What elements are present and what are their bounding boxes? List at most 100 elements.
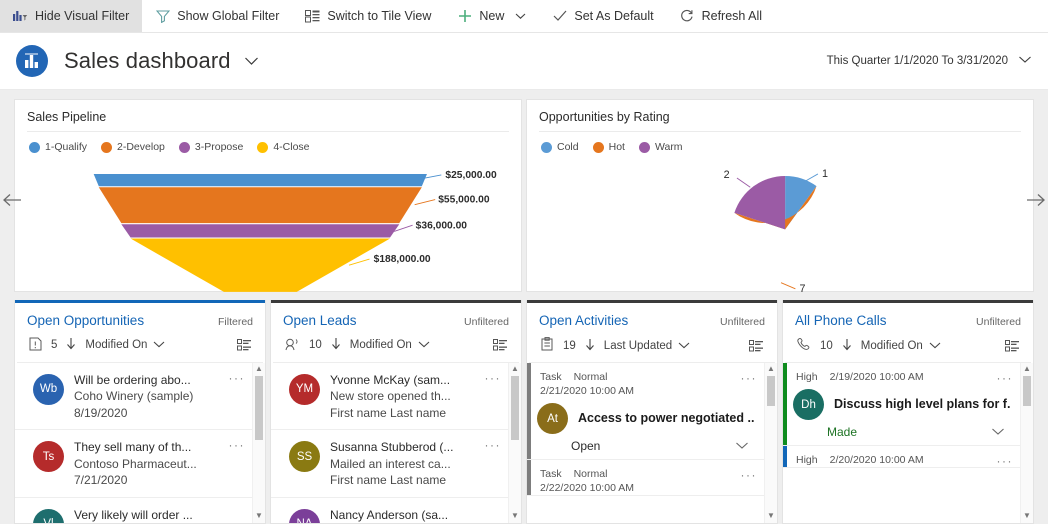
scroll-right-button[interactable] bbox=[1024, 99, 1048, 301]
list-item[interactable]: Wb Will be ordering abo... Coho Winery (… bbox=[15, 363, 265, 431]
scrollbar-track[interactable] bbox=[765, 376, 777, 510]
phonecall-priority: High bbox=[796, 454, 818, 466]
overflow-menu-icon[interactable]: ··· bbox=[741, 468, 758, 482]
scrollbar-thumb[interactable] bbox=[511, 375, 519, 440]
list-item[interactable]: NA Nancy Anderson (sa... bbox=[271, 498, 521, 523]
sort-down-icon[interactable] bbox=[842, 338, 852, 354]
list-item-tertiary: First name Last name bbox=[330, 405, 447, 420]
activities-sort-selector[interactable]: Last Updated bbox=[604, 340, 690, 352]
scrollbar-track[interactable] bbox=[253, 375, 265, 510]
activity-meta: Task Normal 2/21/2020 10:00 AM bbox=[527, 370, 755, 398]
activity-priority: Normal bbox=[573, 468, 608, 480]
legend-item-propose[interactable]: 3-Propose bbox=[178, 141, 243, 153]
all-phone-calls-title[interactable]: All Phone Calls bbox=[795, 313, 887, 328]
legend-item-hot[interactable]: Hot bbox=[592, 141, 625, 153]
scrollbar-thumb[interactable] bbox=[1023, 376, 1031, 406]
vertical-scrollbar[interactable]: ▲ ▼ bbox=[764, 363, 777, 523]
list-item[interactable]: High 2/19/2020 10:00 AM Dh Discuss high l… bbox=[783, 363, 1033, 446]
hide-visual-filter-button[interactable]: Hide Visual Filter bbox=[0, 0, 143, 32]
list-item[interactable]: Vl Very likely will order ... bbox=[15, 498, 265, 523]
chevron-down-icon[interactable] bbox=[991, 425, 1005, 439]
refresh-all-button[interactable]: Refresh All bbox=[667, 0, 775, 32]
leads-view-selector[interactable] bbox=[493, 339, 507, 351]
sort-down-icon[interactable] bbox=[66, 337, 76, 353]
caret-up-icon[interactable]: ▲ bbox=[511, 363, 519, 376]
pie-leader-line bbox=[780, 282, 796, 290]
opportunities-by-rating-chart-card: Opportunities by Rating Cold Hot Warm 1 … bbox=[526, 99, 1034, 295]
caret-down-icon[interactable]: ▼ bbox=[255, 510, 263, 523]
caret-up-icon[interactable]: ▲ bbox=[1023, 363, 1031, 376]
opportunities-sort-selector[interactable]: Modified On bbox=[85, 339, 165, 351]
phonecalls-sort-selector[interactable]: Modified On bbox=[861, 340, 941, 352]
activity-datetime: 2/22/2020 10:00 AM bbox=[540, 482, 634, 494]
caret-up-icon[interactable]: ▲ bbox=[767, 363, 775, 376]
legend-item-qualify[interactable]: 1-Qualify bbox=[29, 141, 87, 153]
legend-item-close[interactable]: 4-Close bbox=[257, 141, 310, 153]
list-item[interactable]: YM Yvonne McKay (sam... New store opened… bbox=[271, 363, 521, 431]
list-item[interactable]: Task Normal 2/22/2020 10:00 AM ··· bbox=[527, 460, 777, 496]
legend-item-develop[interactable]: 2-Develop bbox=[101, 141, 165, 153]
date-filter-selector[interactable]: This Quarter 1/1/2020 To 3/31/2020 bbox=[827, 55, 1032, 67]
chevron-down-icon[interactable] bbox=[515, 9, 526, 23]
caret-up-icon[interactable]: ▲ bbox=[255, 363, 263, 376]
vertical-scrollbar[interactable]: ▲ ▼ bbox=[1020, 363, 1033, 523]
command-bar: Hide Visual Filter Show Global Filter Sw… bbox=[0, 0, 1048, 33]
date-filter-chevron-down-icon[interactable] bbox=[1018, 55, 1032, 67]
overflow-menu-icon[interactable]: ··· bbox=[229, 371, 246, 385]
funnel-segment-qualify[interactable] bbox=[93, 173, 427, 187]
status-badge[interactable]: Made bbox=[827, 425, 857, 439]
status-badge[interactable]: Open bbox=[571, 439, 600, 453]
scrollbar-thumb[interactable] bbox=[255, 375, 263, 440]
refresh-all-label: Refresh All bbox=[701, 9, 763, 23]
overflow-menu-icon[interactable]: ··· bbox=[485, 371, 502, 385]
sort-down-icon[interactable] bbox=[331, 337, 341, 353]
new-label: New bbox=[479, 9, 505, 23]
phonecalls-list[interactable]: High 2/19/2020 10:00 AM Dh Discuss high l… bbox=[783, 363, 1033, 523]
pie-svg[interactable]: 1 7 2 bbox=[539, 153, 1021, 302]
list-item[interactable]: SS Susanna Stubberod (... Mailed an inte… bbox=[271, 430, 521, 498]
overflow-menu-icon[interactable]: ··· bbox=[485, 438, 502, 452]
switch-to-tile-view-button[interactable]: Switch to Tile View bbox=[292, 0, 444, 32]
overflow-menu-icon[interactable]: ··· bbox=[997, 371, 1014, 385]
leads-list[interactable]: YM Yvonne McKay (sam... New store opened… bbox=[271, 362, 521, 523]
leads-sort-selector[interactable]: Modified On bbox=[350, 339, 430, 351]
funnel-segment-propose[interactable] bbox=[121, 224, 400, 238]
opportunities-view-selector[interactable] bbox=[237, 339, 251, 351]
opportunities-list[interactable]: Wb Will be ordering abo... Coho Winery (… bbox=[15, 362, 265, 523]
overflow-menu-icon[interactable]: ··· bbox=[229, 438, 246, 452]
show-global-filter-button[interactable]: Show Global Filter bbox=[142, 0, 292, 32]
open-opportunities-title[interactable]: Open Opportunities bbox=[27, 313, 144, 328]
list-item[interactable]: Ts They sell many of th... Contoso Pharm… bbox=[15, 430, 265, 498]
caret-down-icon[interactable]: ▼ bbox=[511, 510, 519, 523]
caret-down-icon[interactable]: ▼ bbox=[1023, 510, 1031, 523]
caret-down-icon[interactable]: ▼ bbox=[767, 510, 775, 523]
sort-down-icon[interactable] bbox=[585, 338, 595, 354]
avatar: YM bbox=[289, 373, 320, 405]
scrollbar-thumb[interactable] bbox=[767, 376, 775, 406]
vertical-scrollbar[interactable]: ▲ ▼ bbox=[508, 362, 521, 523]
funnel-svg[interactable]: $25,000.00 $55,000.00 $36,000.00 $188,00… bbox=[27, 153, 509, 302]
vertical-scrollbar[interactable]: ▲ ▼ bbox=[252, 362, 265, 523]
overflow-menu-icon[interactable]: ··· bbox=[997, 454, 1014, 468]
funnel-segment-close[interactable] bbox=[130, 238, 391, 292]
list-item[interactable]: Task Normal 2/21/2020 10:00 AM At Access … bbox=[527, 363, 777, 460]
activities-count: 19 bbox=[563, 339, 576, 352]
legend-item-cold[interactable]: Cold bbox=[541, 141, 579, 153]
activities-view-selector[interactable] bbox=[749, 339, 763, 352]
overflow-menu-icon[interactable]: ··· bbox=[741, 371, 758, 385]
open-leads-title[interactable]: Open Leads bbox=[283, 313, 357, 328]
activities-list[interactable]: Task Normal 2/21/2020 10:00 AM At Access … bbox=[527, 363, 777, 523]
new-button[interactable]: New bbox=[444, 0, 539, 32]
list-item[interactable]: High 2/20/2020 10:00 AM ··· bbox=[783, 446, 1033, 468]
phonecalls-view-selector[interactable] bbox=[1005, 339, 1019, 352]
open-activities-title[interactable]: Open Activities bbox=[539, 313, 628, 328]
chevron-down-icon[interactable] bbox=[735, 439, 749, 453]
scrollbar-track[interactable] bbox=[1021, 376, 1033, 510]
scrollbar-track[interactable] bbox=[509, 375, 521, 510]
set-as-default-button[interactable]: Set As Default bbox=[539, 0, 666, 32]
funnel-segment-develop[interactable] bbox=[98, 187, 422, 224]
scroll-left-button[interactable] bbox=[0, 99, 24, 301]
list-item-text: Very likely will order ... bbox=[74, 507, 243, 523]
legend-item-warm[interactable]: Warm bbox=[638, 141, 683, 153]
dashboard-selector-chevron-down-icon[interactable] bbox=[244, 56, 259, 66]
